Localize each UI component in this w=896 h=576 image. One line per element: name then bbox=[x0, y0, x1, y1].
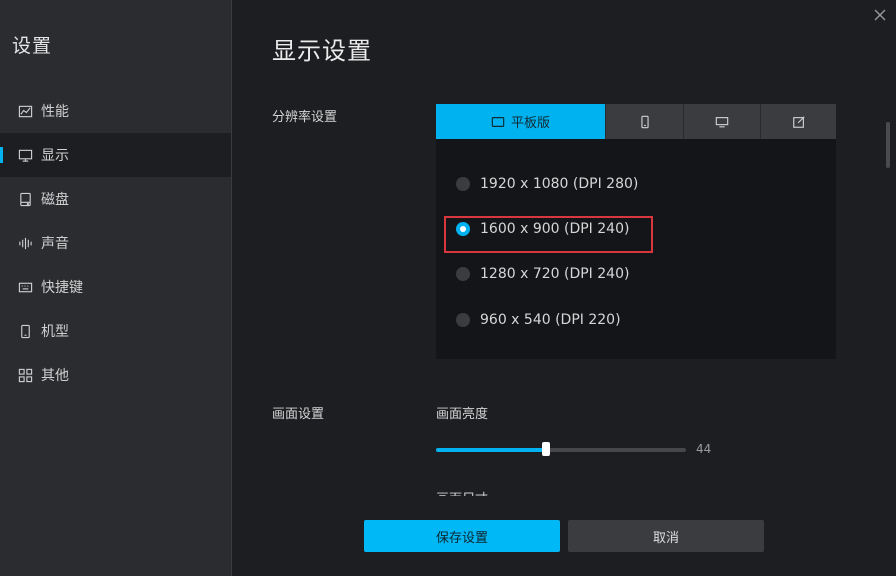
monitor-icon bbox=[17, 147, 33, 163]
brightness-label: 画面亮度 bbox=[436, 407, 489, 422]
sidebar-title: 设置 bbox=[12, 35, 53, 57]
resolution-option[interactable]: 1280 x 720 (DPI 240) bbox=[456, 264, 629, 284]
sidebar-item-label: 机型 bbox=[41, 324, 69, 340]
option-label: 960 x 540 (DPI 220) bbox=[480, 312, 621, 328]
tab-phone[interactable] bbox=[605, 104, 683, 139]
main-panel: 显示设置 分辨率设置 平板版 1920 x 1080 (DPI 280) 160… bbox=[232, 0, 896, 576]
tab-tablet[interactable]: 平板版 bbox=[436, 104, 605, 139]
resolution-option[interactable]: 960 x 540 (DPI 220) bbox=[456, 310, 621, 330]
highlight-box bbox=[444, 216, 653, 253]
sidebar-item-performance[interactable]: 性能 bbox=[0, 89, 231, 133]
radio-button[interactable] bbox=[456, 267, 470, 281]
sidebar-item-label: 磁盘 bbox=[41, 192, 69, 208]
brightness-value: 44 bbox=[696, 442, 712, 456]
scrollbar-thumb[interactable] bbox=[886, 122, 890, 168]
display-section-label: 画面设置 bbox=[272, 407, 325, 422]
sidebar-item-other[interactable]: 其他 bbox=[0, 353, 231, 397]
tablet-icon bbox=[491, 115, 505, 129]
sidebar-item-label: 显示 bbox=[41, 148, 69, 164]
radio-button[interactable] bbox=[456, 313, 470, 327]
save-button[interactable]: 保存设置 bbox=[364, 520, 560, 552]
disk-icon bbox=[17, 191, 33, 207]
edit-icon bbox=[792, 115, 806, 129]
sidebar-item-device-model[interactable]: 机型 bbox=[0, 309, 231, 353]
sidebar-item-label: 快捷键 bbox=[41, 280, 83, 296]
next-setting-label: 画面尺寸 bbox=[436, 488, 556, 496]
sidebar-nav: 性能 显示 磁盘 声音 快捷键 机型 其他 bbox=[0, 89, 231, 397]
radio-button[interactable] bbox=[456, 177, 470, 191]
close-icon[interactable] bbox=[873, 7, 887, 21]
sidebar: 设置 性能 显示 磁盘 声音 快捷键 机型 其他 bbox=[0, 0, 232, 576]
monitor-icon bbox=[715, 115, 729, 129]
sidebar-item-label: 声音 bbox=[41, 236, 69, 252]
sidebar-item-label: 其他 bbox=[41, 368, 69, 384]
slider-thumb[interactable] bbox=[542, 442, 550, 456]
sidebar-item-shortcuts[interactable]: 快捷键 bbox=[0, 265, 231, 309]
next-setting-label-text: 画面尺寸 bbox=[436, 488, 556, 496]
sidebar-item-sound[interactable]: 声音 bbox=[0, 221, 231, 265]
phone-icon bbox=[638, 115, 652, 129]
resolution-tabs: 平板版 bbox=[436, 104, 836, 139]
sidebar-item-label: 性能 bbox=[41, 104, 69, 120]
sound-wave-icon bbox=[17, 235, 33, 251]
tab-desktop[interactable] bbox=[683, 104, 760, 139]
phone-icon bbox=[17, 323, 33, 339]
resolution-option[interactable]: 1920 x 1080 (DPI 280) bbox=[456, 174, 638, 194]
tab-custom[interactable] bbox=[760, 104, 836, 139]
sidebar-item-disk[interactable]: 磁盘 bbox=[0, 177, 231, 221]
page-title: 显示设置 bbox=[272, 37, 372, 65]
sidebar-item-display[interactable]: 显示 bbox=[0, 133, 231, 177]
resolution-options: 1920 x 1080 (DPI 280) 1600 x 900 (DPI 24… bbox=[436, 139, 836, 359]
option-label: 1920 x 1080 (DPI 280) bbox=[480, 176, 639, 192]
slider-fill bbox=[436, 448, 546, 452]
option-label: 1280 x 720 (DPI 240) bbox=[480, 266, 630, 282]
brightness-slider[interactable] bbox=[436, 442, 686, 456]
footer: 保存设置 取消 bbox=[232, 500, 896, 576]
resolution-section-label: 分辨率设置 bbox=[272, 110, 338, 125]
grid-icon bbox=[17, 367, 33, 383]
chart-line-icon bbox=[17, 103, 33, 119]
tab-label: 平板版 bbox=[510, 116, 550, 131]
cancel-button[interactable]: 取消 bbox=[568, 520, 764, 552]
keyboard-icon bbox=[17, 279, 33, 295]
